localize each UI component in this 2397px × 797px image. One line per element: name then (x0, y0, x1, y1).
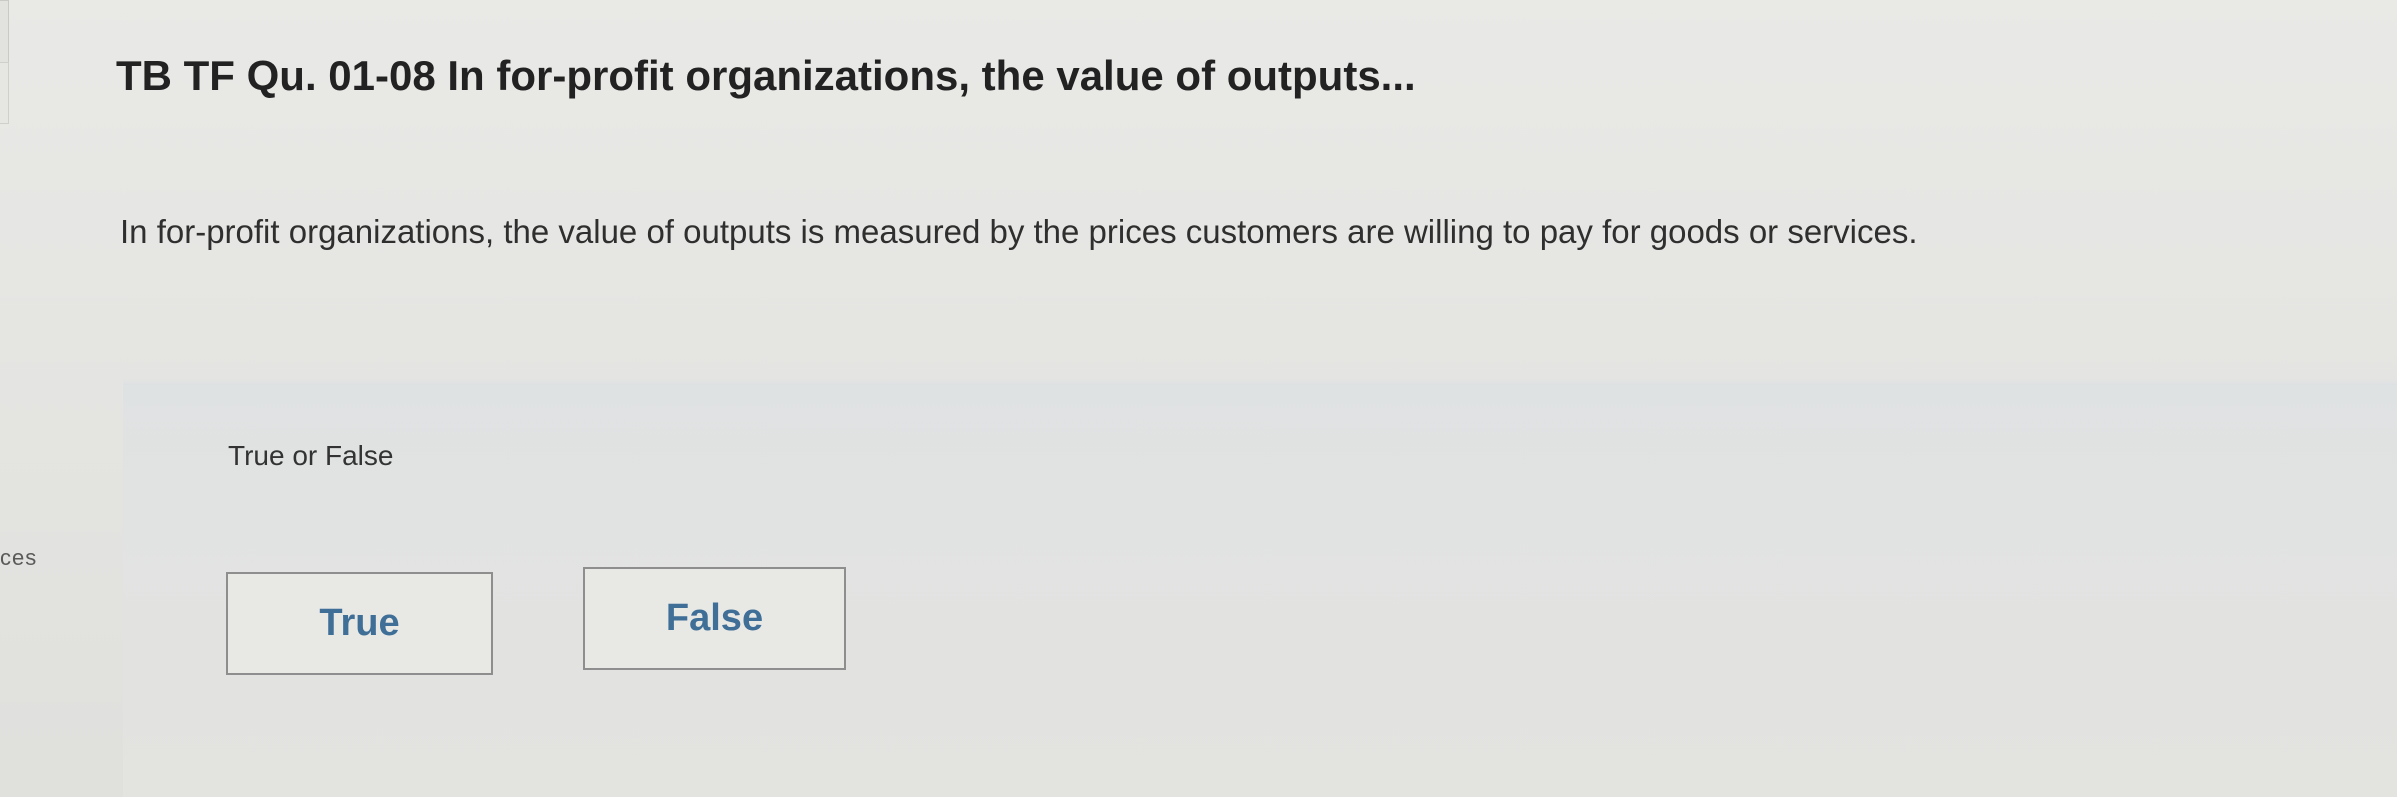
question-title: TB TF Qu. 01-08 In for-profit organizati… (116, 52, 1416, 99)
side-tab[interactable] (0, 0, 9, 64)
side-tab-secondary[interactable] (0, 62, 9, 124)
false-button[interactable]: False (583, 567, 846, 670)
sidebar-partial-label: ces (0, 545, 38, 570)
true-button[interactable]: True (226, 572, 493, 675)
answer-prompt: True or False (228, 440, 394, 471)
question-statement: In for-profit organizations, the value o… (120, 213, 1918, 250)
